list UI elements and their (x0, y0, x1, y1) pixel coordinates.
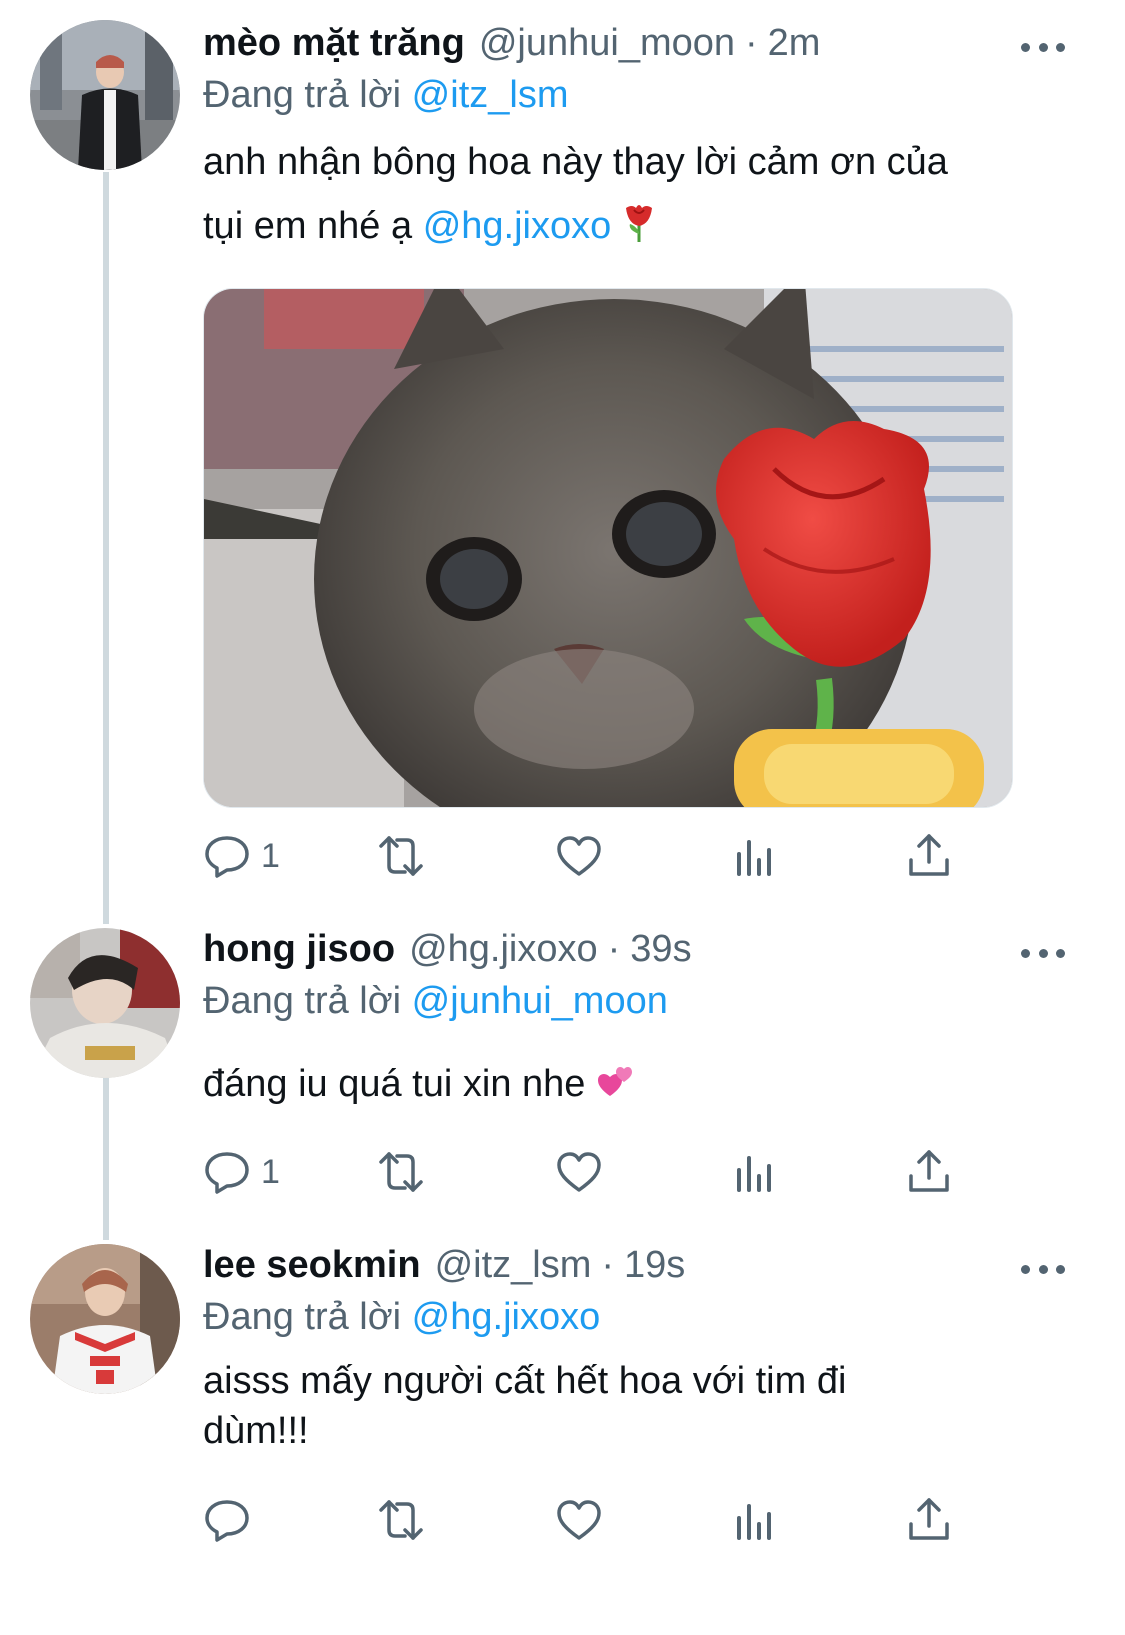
replying-mention[interactable]: @itz_lsm (412, 74, 569, 116)
avatar[interactable] (30, 1244, 180, 1394)
reply-button[interactable]: 1 (203, 828, 280, 884)
like-icon (557, 1500, 601, 1540)
tweet-text: anh nhận bông hoa này thay lời cảm ơn củ… (203, 130, 1063, 264)
reply-count: 1 (261, 1152, 280, 1191)
tweet[interactable]: hong jisoo @hg.jixoxo · 39s Đang trả lời… (0, 910, 1125, 1230)
like-button[interactable] (555, 828, 603, 884)
tweet-text-line: đáng iu quá tui xin nhe (203, 1063, 586, 1105)
display-name[interactable]: lee seokmin (203, 1244, 421, 1287)
like-button[interactable] (555, 1492, 603, 1548)
analytics-button[interactable] (731, 828, 779, 884)
kitten-with-rose-image (204, 289, 1012, 807)
tweet-header: lee seokmin @itz_lsm · 19s (203, 1244, 685, 1296)
share-icon (909, 834, 949, 876)
replying-label: Đang trả lời (203, 980, 402, 1022)
username[interactable]: @hg.jixoxo (409, 928, 598, 971)
reply-icon (205, 1152, 249, 1194)
two-hearts-emoji (596, 1058, 636, 1122)
tweet-text-line: aisss mấy người cất hết hoa với tim đi (203, 1360, 847, 1402)
separator: · (601, 1244, 615, 1286)
more-icon[interactable] (1021, 1254, 1065, 1284)
like-button[interactable] (555, 1144, 603, 1200)
tweet-text: aisss mấy người cất hết hoa với tim đi d… (203, 1356, 1063, 1456)
separator: · (607, 928, 621, 970)
reply-button[interactable]: 1 (203, 1144, 280, 1200)
tweet-actions: 1 (203, 828, 963, 884)
replying-to: Đang trả lời @itz_lsm (203, 74, 568, 117)
username[interactable]: @junhui_moon (479, 22, 735, 65)
analytics-button[interactable] (731, 1144, 779, 1200)
share-icon (909, 1150, 949, 1192)
mention-link[interactable]: @hg.jixoxo (423, 205, 612, 247)
replying-mention[interactable]: @junhui_moon (412, 980, 668, 1022)
retweet-button[interactable] (377, 1492, 425, 1548)
timestamp[interactable]: 39s (630, 928, 691, 971)
retweet-button[interactable] (377, 1144, 425, 1200)
share-button[interactable] (905, 1492, 953, 1548)
reply-button[interactable] (203, 1492, 261, 1548)
tweet-image[interactable] (203, 288, 1013, 808)
more-icon[interactable] (1021, 32, 1065, 62)
analytics-icon (737, 1504, 771, 1540)
replying-label: Đang trả lời (203, 1296, 402, 1338)
tweet[interactable]: mèo mặt trăng @junhui_moon · 2m Đang trả… (0, 0, 1125, 910)
share-button[interactable] (905, 1144, 953, 1200)
username[interactable]: @itz_lsm (435, 1244, 592, 1287)
more-icon[interactable] (1021, 938, 1065, 968)
separator: · (745, 22, 758, 64)
tweet[interactable]: lee seokmin @itz_lsm · 19s Đang trả lời … (0, 1230, 1125, 1635)
reply-count: 1 (261, 836, 280, 875)
tweet-actions (203, 1492, 963, 1548)
analytics-icon (737, 1156, 771, 1192)
rose-emoji (622, 200, 656, 264)
share-button[interactable] (905, 828, 953, 884)
retweet-icon (379, 836, 423, 876)
timestamp[interactable]: 19s (624, 1244, 685, 1287)
retweet-icon (379, 1152, 423, 1192)
display-name[interactable]: mèo mặt trăng (203, 22, 465, 65)
display-name[interactable]: hong jisoo (203, 928, 395, 971)
replying-to: Đang trả lời @junhui_moon (203, 980, 668, 1023)
avatar-photo (30, 20, 180, 170)
share-icon (909, 1498, 949, 1540)
tweet-text: đáng iu quá tui xin nhe (203, 1052, 1063, 1122)
like-icon (557, 1152, 601, 1192)
tweet-header: hong jisoo @hg.jixoxo · 39s (203, 928, 692, 980)
avatar[interactable] (30, 928, 180, 1078)
replying-label: Đang trả lời (203, 74, 402, 116)
tweet-text-line: dùm!!! (203, 1410, 309, 1452)
avatar[interactable] (30, 20, 180, 170)
tweet-actions: 1 (203, 1144, 963, 1200)
retweet-icon (379, 1500, 423, 1540)
reply-icon (205, 1500, 249, 1542)
analytics-button[interactable] (731, 1492, 779, 1548)
avatar-photo (30, 1244, 180, 1394)
replying-to: Đang trả lời @hg.jixoxo (203, 1296, 600, 1339)
tweet-text-line: anh nhận bông hoa này thay lời cảm ơn củ… (203, 141, 948, 183)
reply-icon (205, 836, 249, 878)
tweet-header: mèo mặt trăng @junhui_moon · 2m (203, 22, 820, 74)
tweet-text-line: tụi em nhé ạ @hg.jixoxo (203, 194, 1063, 264)
analytics-icon (737, 840, 771, 876)
timestamp[interactable]: 2m (768, 22, 821, 65)
replying-mention[interactable]: @hg.jixoxo (412, 1296, 601, 1338)
like-icon (557, 836, 601, 876)
avatar-photo (30, 928, 180, 1078)
retweet-button[interactable] (377, 828, 425, 884)
